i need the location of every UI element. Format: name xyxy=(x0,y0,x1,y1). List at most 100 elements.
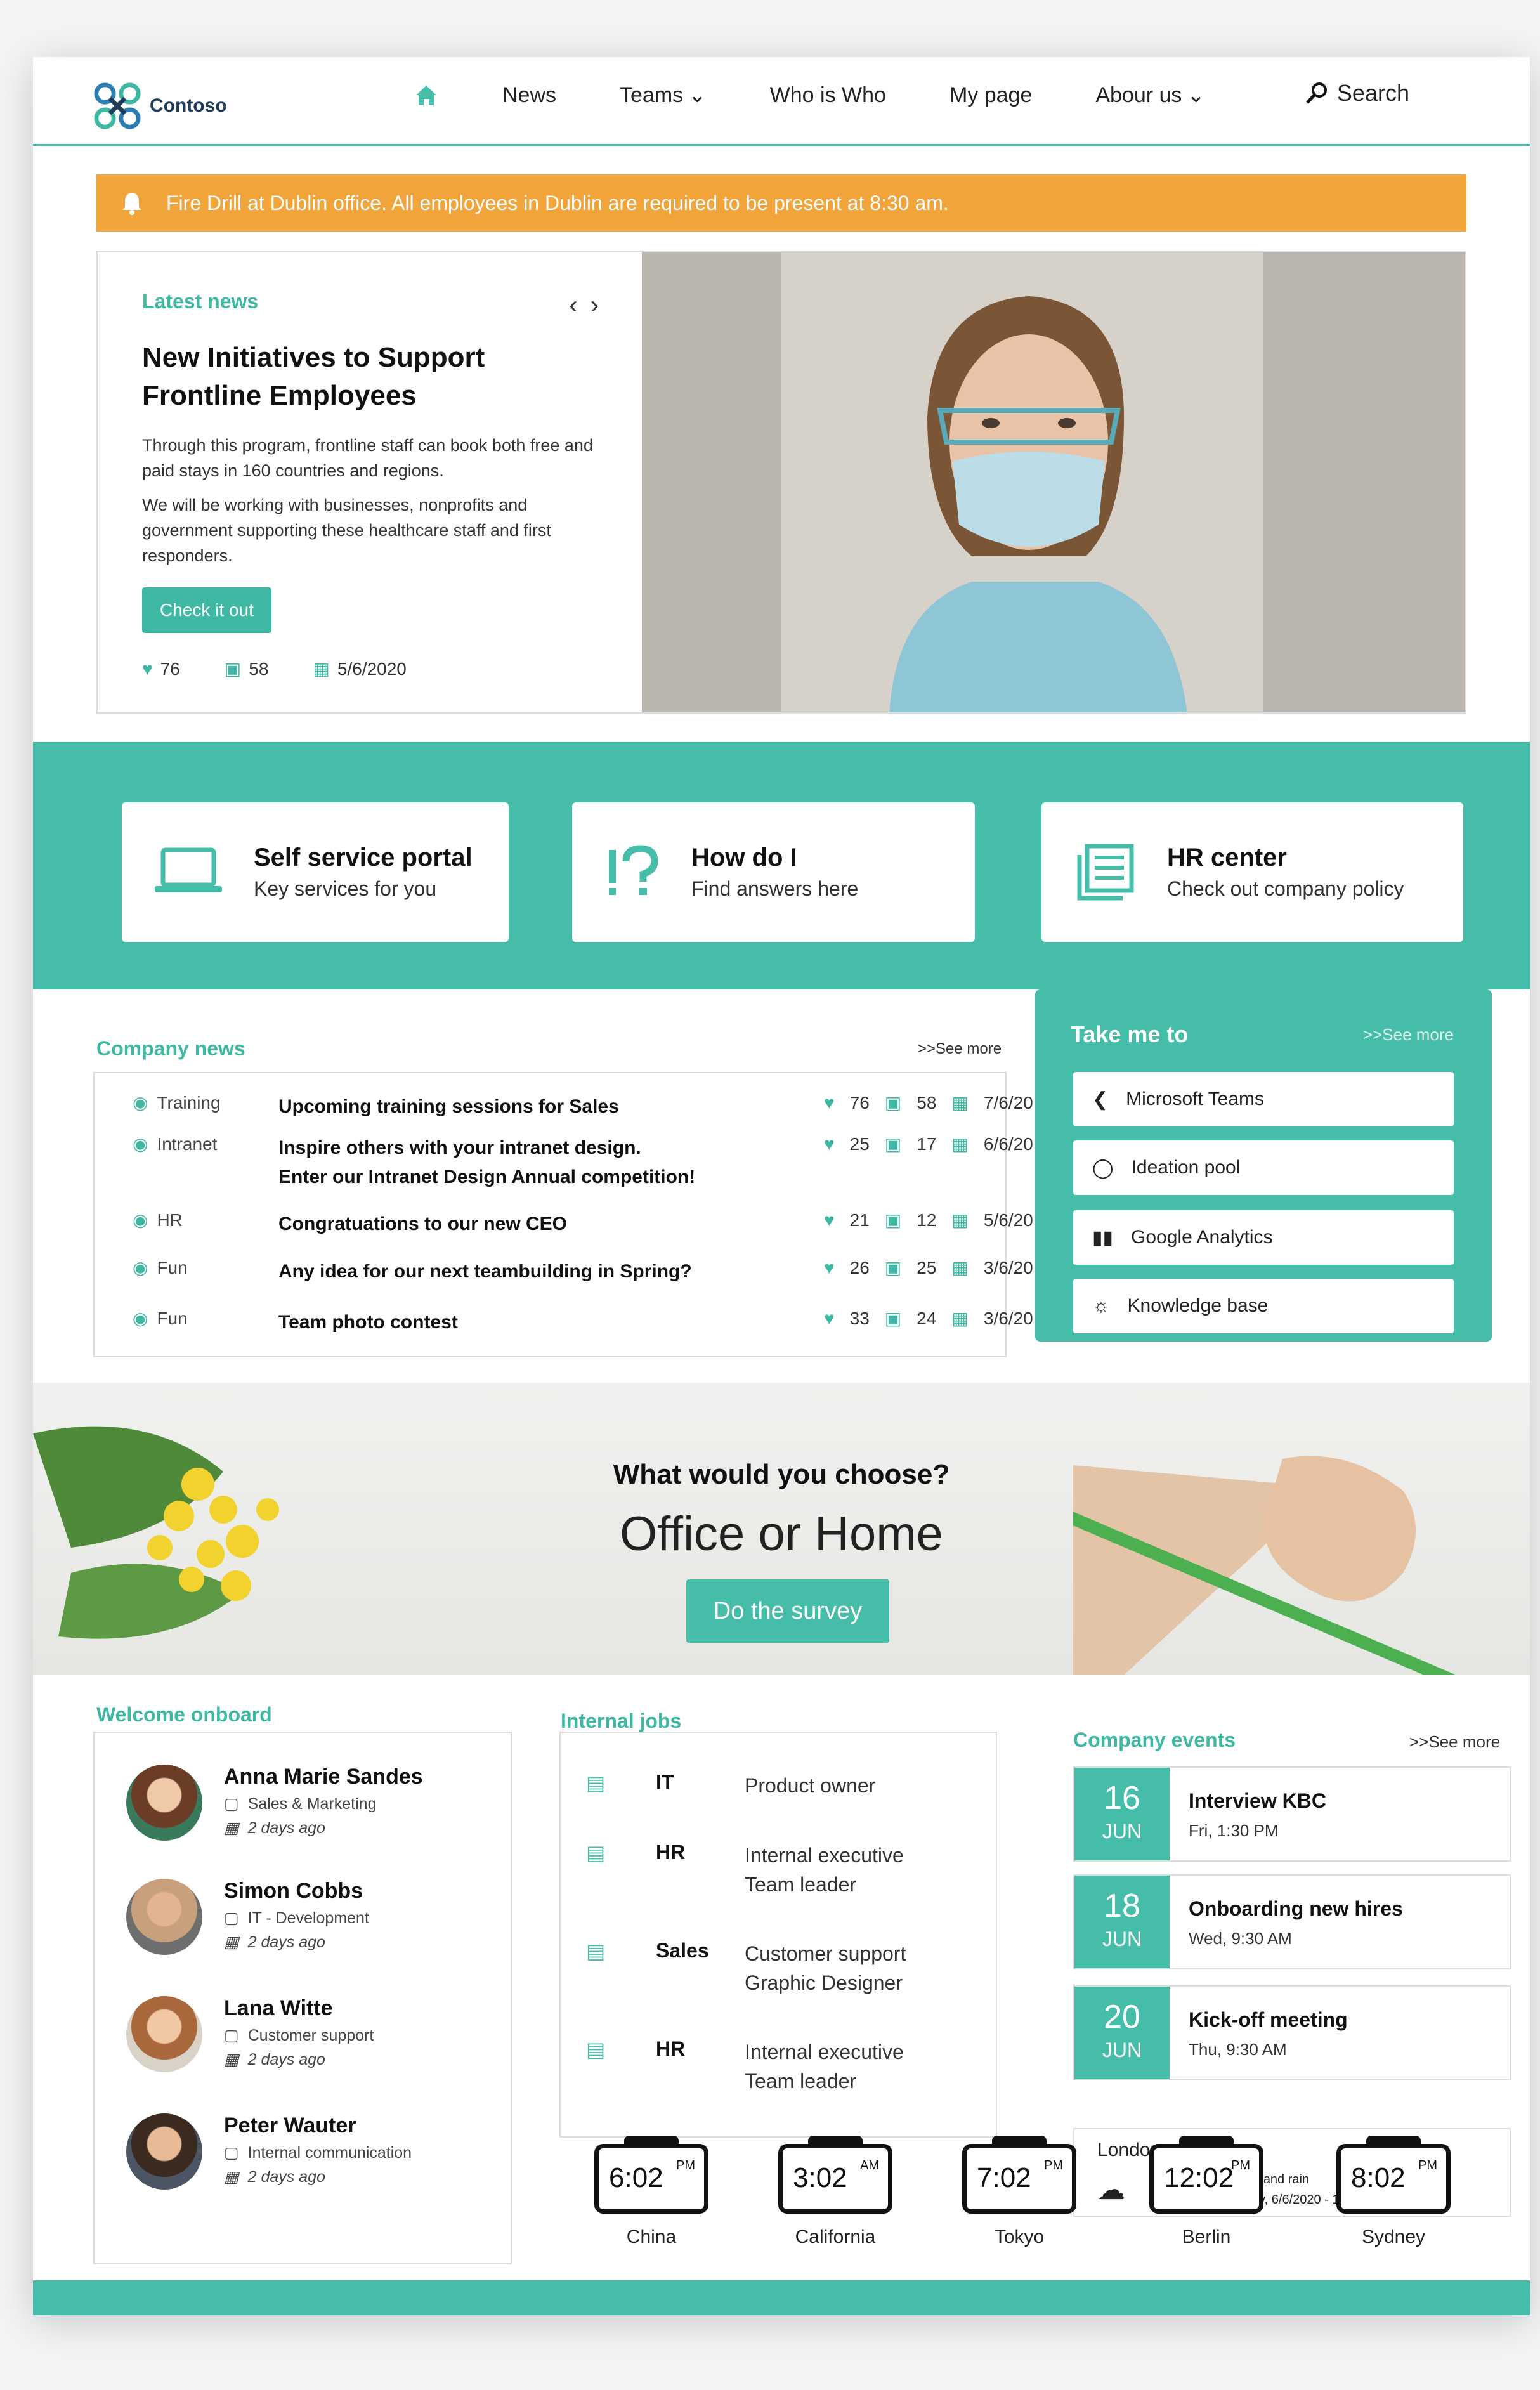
events-see-more[interactable]: >>See more xyxy=(1409,1732,1500,1752)
list-item[interactable]: Peter Wauter ▢ Internal communication ▦ 2 … xyxy=(126,2113,412,2190)
nav-my-page[interactable]: My page xyxy=(949,83,1032,108)
heart-icon: ♥ xyxy=(824,1133,835,1154)
briefcase-icon: ▢ xyxy=(224,2027,239,2044)
link-ideation-pool[interactable]: ◯ Ideation pool xyxy=(1073,1140,1454,1195)
heart-icon: ♥ xyxy=(824,1257,835,1277)
event-day: 16 xyxy=(1104,1780,1140,1817)
news-category-label: Fun xyxy=(157,1308,188,1328)
self-service-card[interactable]: Self service portal Key services for you xyxy=(122,802,509,942)
news-headline: Upcoming training sessions for Sales xyxy=(278,1092,619,1121)
search-icon xyxy=(1306,82,1327,104)
news-date: 3/6/20 xyxy=(983,1308,1033,1328)
nav-about-us[interactable]: Abour us ⌄ xyxy=(1095,82,1205,108)
chevron-left-icon[interactable]: ‹ xyxy=(569,291,590,319)
hr-center-title: HR center xyxy=(1167,844,1287,872)
event-date-badge: 16 JUN xyxy=(1074,1768,1170,1860)
internal-jobs-title: Internal jobs xyxy=(561,1709,682,1732)
date-stat: ▦ 5/6/2020 xyxy=(313,658,406,679)
internal-jobs-list: ▤ IT Product owner ▤ HR Internal executi… xyxy=(559,1732,997,2138)
calendar-icon: ▦ xyxy=(951,1258,969,1277)
comments-stat[interactable]: ▣ 58 xyxy=(225,658,269,679)
chevron-down-icon: ⌄ xyxy=(688,83,707,107)
welcome-title: Welcome onboard xyxy=(96,1703,272,1726)
clock-icon: 12:02 PM xyxy=(1149,2136,1263,2214)
job-title: Customer support Graphic Designer xyxy=(745,1939,906,1997)
alert-text: Fire Drill at Dublin office. All employe… xyxy=(166,191,949,214)
likes-stat[interactable]: ♥ 76 xyxy=(142,659,180,679)
eye-icon: ◉ xyxy=(133,1134,148,1154)
clock-icon: 7:02 PM xyxy=(962,2136,1076,2214)
how-do-i-card[interactable]: How do I Find answers here xyxy=(572,802,975,942)
event-card[interactable]: 18 JUN Onboarding new hires Wed, 9:30 AM xyxy=(1073,1874,1511,1969)
person-department: ▢ Sales & Marketing xyxy=(224,1794,423,1813)
home-icon[interactable] xyxy=(414,82,439,108)
logo[interactable]: Contoso xyxy=(93,81,227,131)
take-me-to-see-more[interactable]: >>See more xyxy=(1363,1025,1454,1045)
calendar-icon: ▦ xyxy=(951,1134,969,1154)
clock: 8:02 PM Sydney xyxy=(1333,2136,1454,2248)
chevron-right-icon[interactable]: › xyxy=(591,291,611,319)
survey-banner: What would you choose? Office or Home Do… xyxy=(33,1383,1530,1675)
comment-icon: ▣ xyxy=(884,1258,902,1277)
clock-ampm: PM xyxy=(676,2158,695,2172)
heart-icon: ♥ xyxy=(824,1308,835,1328)
search-button[interactable]: Search xyxy=(1304,80,1409,107)
event-day: 20 xyxy=(1104,1999,1140,2035)
job-title-line-2: Graphic Designer xyxy=(745,1971,903,1994)
news-date: 6/6/20 xyxy=(983,1133,1033,1154)
person-dept-label: IT - Development xyxy=(247,1909,369,1927)
news-category: ◉ HR xyxy=(133,1210,183,1231)
nav-who-is-who[interactable]: Who is Who xyxy=(770,83,886,108)
event-card[interactable]: 16 JUN Interview KBC Fri, 1:30 PM xyxy=(1073,1766,1511,1862)
list-item[interactable]: Simon Cobbs ▢ IT - Development ▦ 2 days ag… xyxy=(126,1879,369,1955)
link-label: Microsoft Teams xyxy=(1126,1088,1264,1109)
job-title-line: Customer support xyxy=(745,1942,906,1965)
news-likes: 26 xyxy=(849,1257,870,1277)
event-month: JUN xyxy=(1102,1820,1142,1843)
clock-city: California xyxy=(795,2226,876,2247)
heart-icon: ♥ xyxy=(824,1210,835,1230)
event-title: Interview KBC xyxy=(1189,1789,1326,1812)
nav-teams[interactable]: Teams ⌄ xyxy=(620,82,707,108)
job-department: HR xyxy=(656,2037,686,2060)
hero-date: 5/6/2020 xyxy=(337,658,407,679)
company-news-see-more[interactable]: >>See more xyxy=(918,1040,1002,1058)
job-title-line-2: Team leader xyxy=(745,1873,857,1896)
question-icon xyxy=(609,845,658,895)
calendar-icon: ▦ xyxy=(313,659,330,679)
welcome-list: Anna Marie Sandes ▢ Sales & Marketing ▦ 2 … xyxy=(93,1732,512,2264)
link-microsoft-teams[interactable]: ❮ Microsoft Teams xyxy=(1073,1072,1454,1126)
brand-name: Contoso xyxy=(150,95,227,116)
take-me-to-title: Take me to xyxy=(1071,1021,1189,1047)
nav-mypage-label: My page xyxy=(949,82,1033,107)
news-date: 3/6/20 xyxy=(983,1257,1033,1277)
hr-center-card[interactable]: HR center Check out company policy xyxy=(1041,802,1463,942)
list-item[interactable]: Anna Marie Sandes ▢ Sales & Marketing ▦ 2 … xyxy=(126,1765,423,1841)
comment-icon: ▣ xyxy=(224,659,242,679)
news-category: ◉ Intranet xyxy=(133,1133,217,1154)
job-title-line: Internal executive xyxy=(745,2041,904,2063)
link-google-analytics[interactable]: ▮▮ Google Analytics xyxy=(1073,1210,1454,1265)
clock: 7:02 PM Tokyo xyxy=(959,2136,1080,2248)
news-headline-line: Congratuations to our new CEO xyxy=(278,1213,567,1234)
link-knowledge-base[interactable]: ☼ Knowledge base xyxy=(1073,1279,1454,1333)
news-category-label: HR xyxy=(157,1210,183,1230)
bar-chart-icon: ▮▮ xyxy=(1092,1227,1114,1248)
event-card[interactable]: 20 JUN Kick-off meeting Thu, 9:30 AM xyxy=(1073,1985,1511,2080)
event-title: Onboarding new hires xyxy=(1189,1897,1403,1920)
check-it-out-button[interactable]: Check it out xyxy=(142,587,271,633)
news-comments: 12 xyxy=(917,1210,937,1230)
hero-paragraph-2: We will be working with businesses, nonp… xyxy=(142,495,551,565)
list-item[interactable]: Lana Witte ▢ Customer support ▦ 2 days ago xyxy=(126,1996,374,2072)
carousel-arrows: ‹› xyxy=(569,291,611,320)
alert-banner: Fire Drill at Dublin office. All employe… xyxy=(96,174,1466,232)
do-the-survey-button[interactable]: Do the survey xyxy=(686,1579,889,1643)
event-time: Thu, 9:30 AM xyxy=(1189,2040,1287,2059)
likes-count: 76 xyxy=(160,658,180,679)
news-comments: 25 xyxy=(917,1257,937,1277)
briefcase-icon: ▢ xyxy=(224,1795,239,1813)
event-date-badge: 18 JUN xyxy=(1074,1876,1170,1968)
person-dept-label: Sales & Marketing xyxy=(247,1794,377,1813)
nav-news[interactable]: News xyxy=(502,83,556,108)
person-ago-label: 2 days ago xyxy=(247,1819,325,1837)
